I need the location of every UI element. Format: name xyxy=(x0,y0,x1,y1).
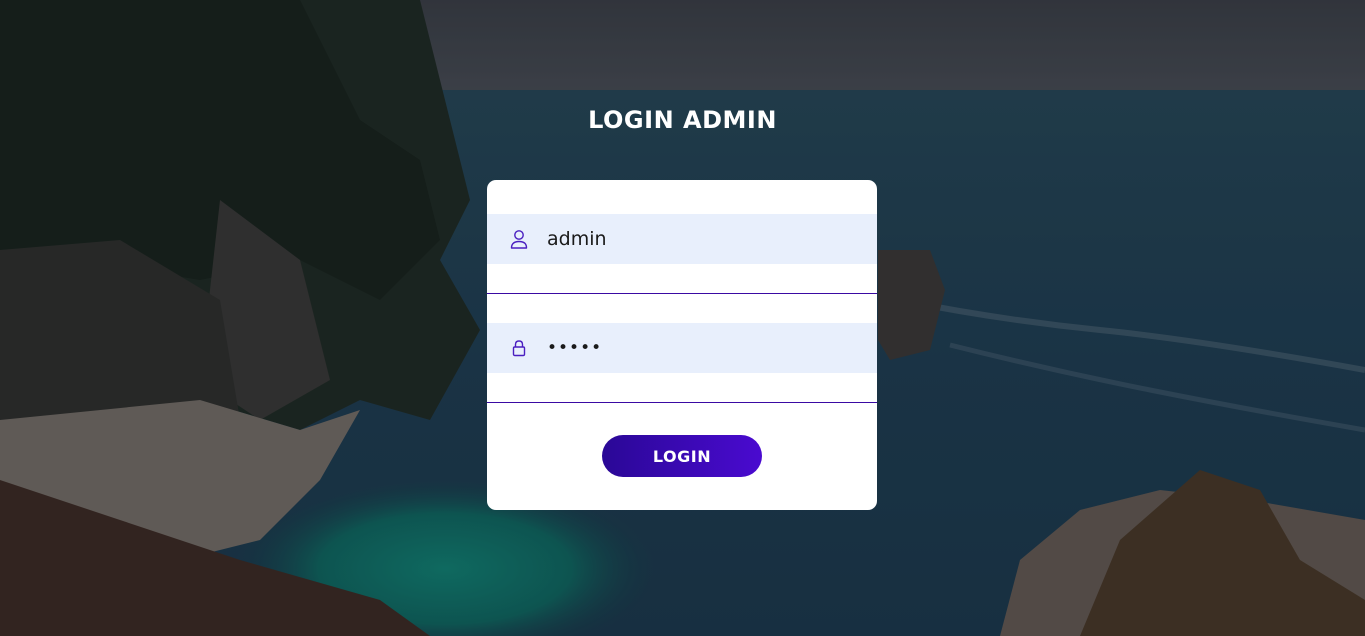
username-underline xyxy=(487,293,877,294)
password-input[interactable]: ••••• xyxy=(547,338,602,358)
password-underline xyxy=(487,402,877,403)
username-field[interactable]: admin xyxy=(487,214,877,264)
user-icon xyxy=(509,229,529,249)
login-button[interactable]: LOGIN xyxy=(602,435,762,477)
username-input[interactable]: admin xyxy=(547,228,607,250)
lock-icon xyxy=(509,338,529,358)
password-field[interactable]: ••••• xyxy=(487,323,877,373)
page-title: LOGIN ADMIN xyxy=(588,106,777,134)
login-card: admin ••••• LOGIN xyxy=(487,180,877,510)
